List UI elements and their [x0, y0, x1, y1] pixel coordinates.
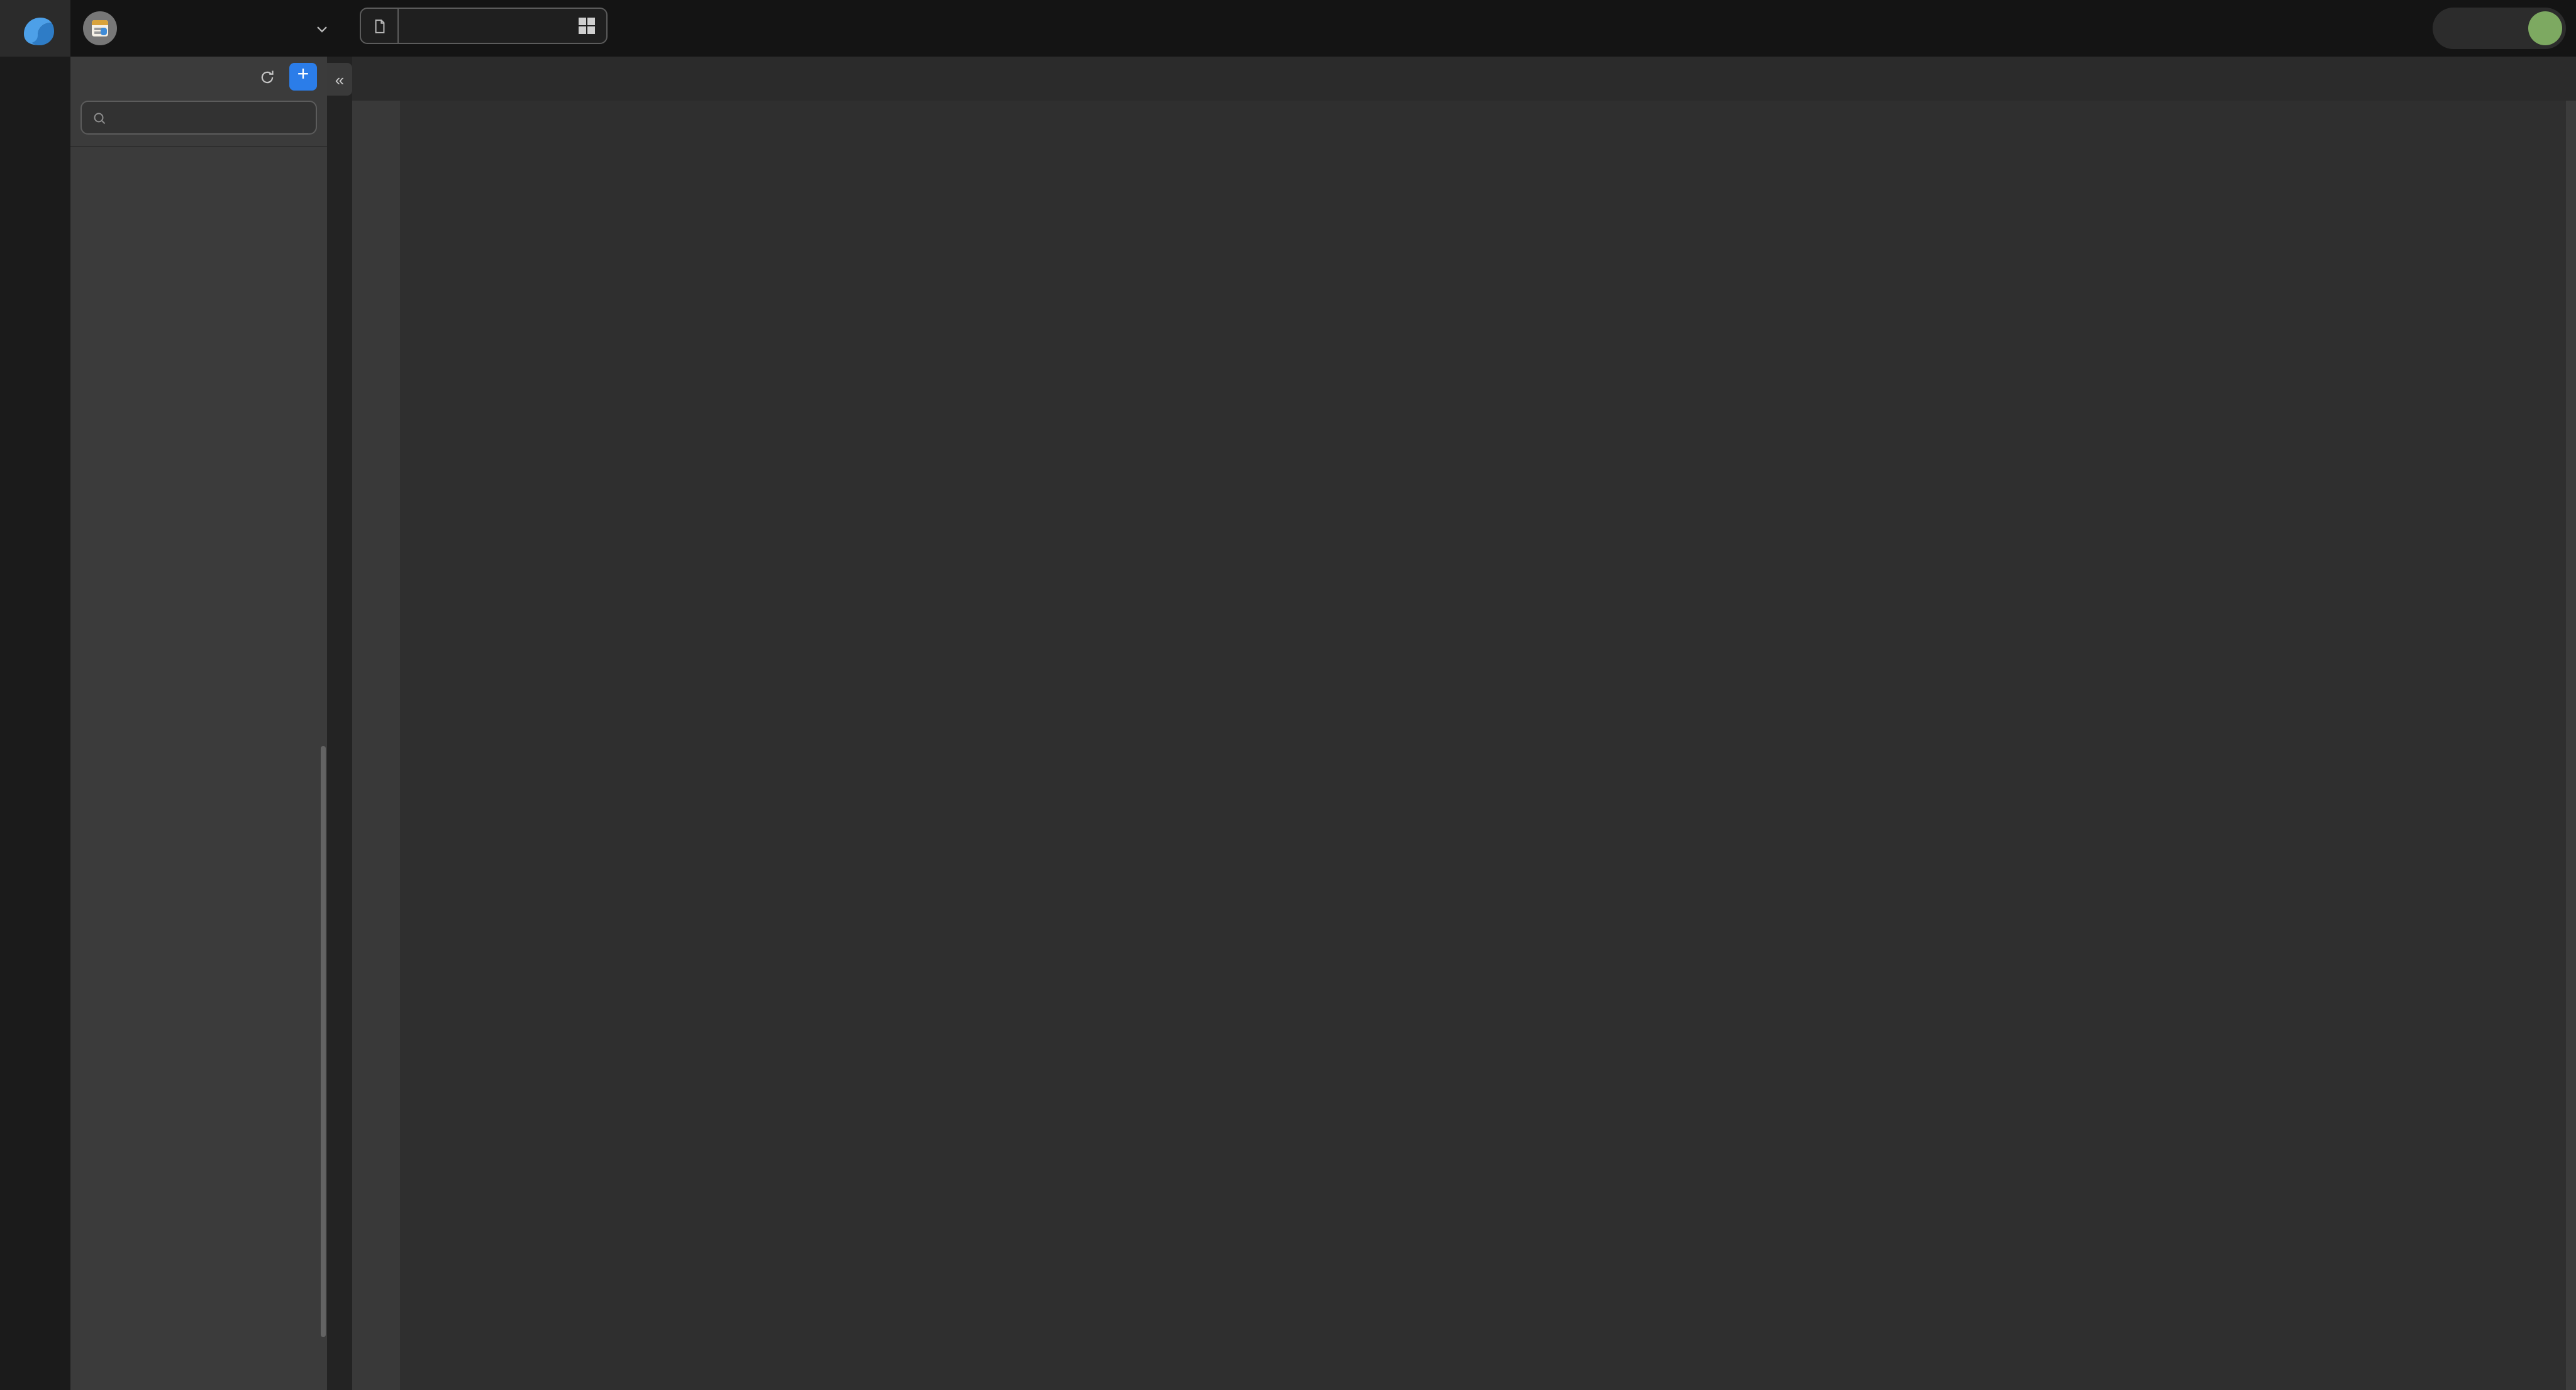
left-rail	[0, 57, 70, 1390]
brand-logo[interactable]	[0, 0, 70, 57]
code-editor[interactable]	[352, 101, 2576, 1390]
resources-header: +	[70, 57, 327, 97]
add-resource-button[interactable]: +	[289, 63, 317, 91]
grid-icon[interactable]	[578, 18, 595, 35]
collapse-panel-button[interactable]: «	[327, 63, 352, 96]
editor-gutter	[352, 101, 400, 1390]
wave-logo-icon	[16, 9, 54, 47]
topbar	[0, 0, 2576, 57]
main-area	[352, 57, 2576, 1390]
refresh-icon[interactable]	[258, 67, 277, 86]
resources-panel: +	[70, 57, 327, 1390]
project-selector[interactable]	[83, 0, 330, 57]
file-path-bar	[352, 57, 2576, 101]
app-thumbnail-icon	[92, 20, 108, 36]
search-icon	[92, 110, 107, 125]
tab-app-js[interactable]	[360, 8, 608, 44]
panel-collapse-strip: «	[327, 57, 352, 1390]
editor-scrollbar[interactable]	[2566, 101, 2576, 1390]
tree-scrollbar[interactable]	[321, 746, 326, 1337]
file-tree	[70, 146, 327, 147]
user-menu[interactable]	[2433, 8, 2566, 49]
chevron-down-icon	[313, 20, 331, 38]
avatar	[2528, 11, 2562, 45]
search-input[interactable]	[80, 101, 317, 135]
project-avatar	[83, 11, 117, 45]
wavemaker-studio-window: + «	[0, 0, 2576, 1390]
file-icon	[361, 9, 399, 43]
